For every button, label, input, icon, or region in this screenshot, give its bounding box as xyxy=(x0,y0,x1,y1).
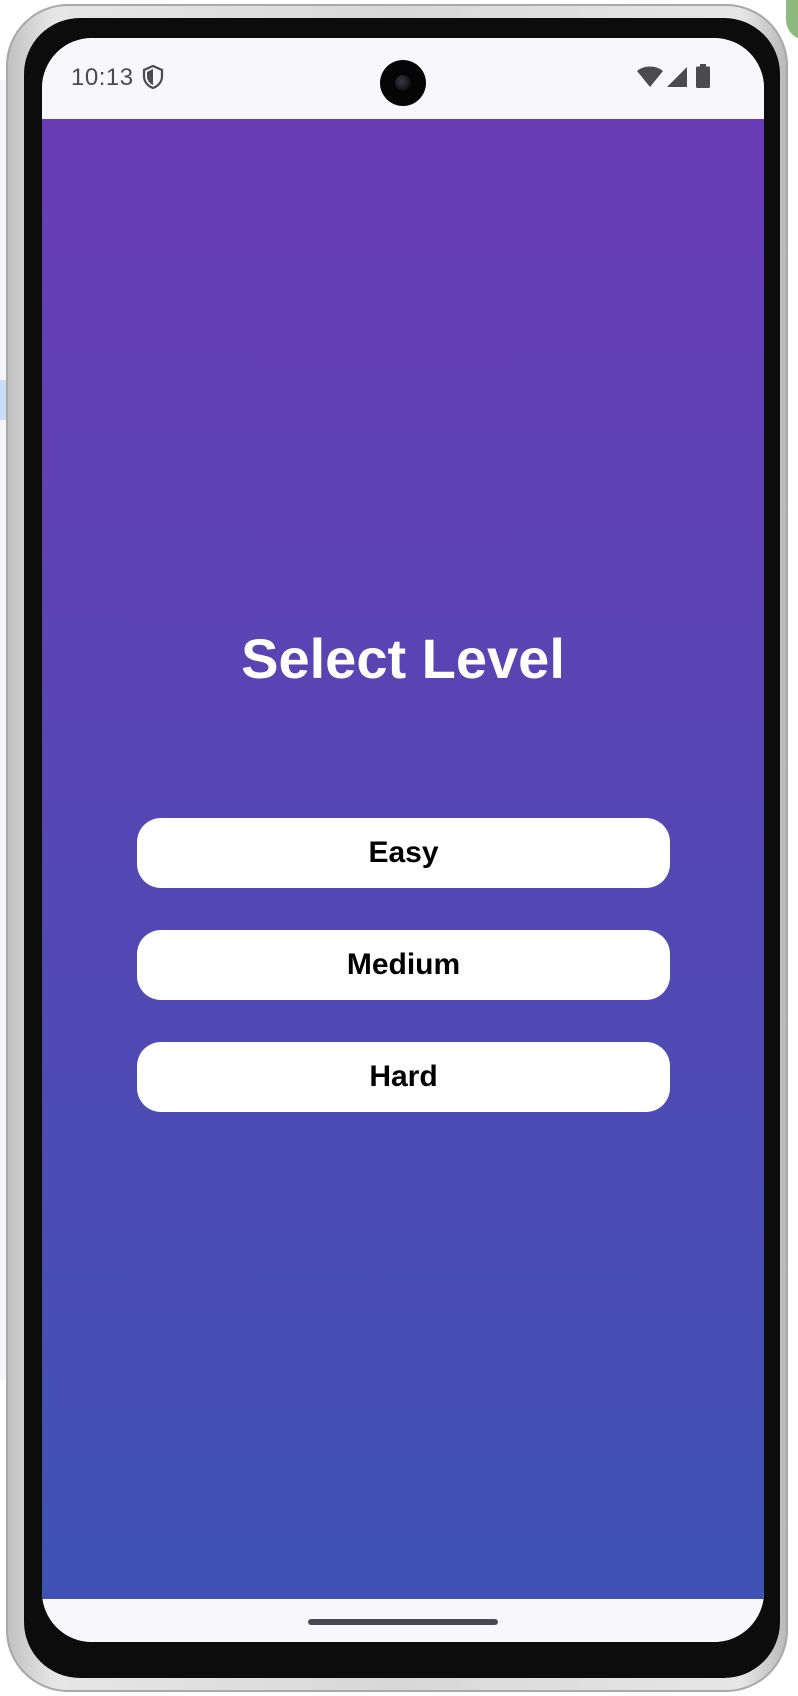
level-select-screen: Select Level Easy Medium Hard xyxy=(42,119,764,1599)
page-title: Select Level xyxy=(241,627,565,690)
front-camera xyxy=(380,60,426,106)
status-bar: 10:13 xyxy=(42,38,764,119)
status-time: 10:13 xyxy=(71,64,134,91)
shield-icon xyxy=(142,65,164,89)
medium-button[interactable]: Medium xyxy=(137,930,670,1000)
easy-button[interactable]: Easy xyxy=(137,818,670,888)
phone-screen: 10:13 Select Level Easy Medium Hard xyxy=(42,38,764,1642)
battery-icon xyxy=(696,64,710,88)
signal-icon xyxy=(667,67,687,87)
navigation-bar xyxy=(42,1599,764,1642)
wifi-icon xyxy=(637,66,663,87)
hard-button[interactable]: Hard xyxy=(137,1042,670,1112)
home-gesture-handle[interactable] xyxy=(308,1619,498,1625)
